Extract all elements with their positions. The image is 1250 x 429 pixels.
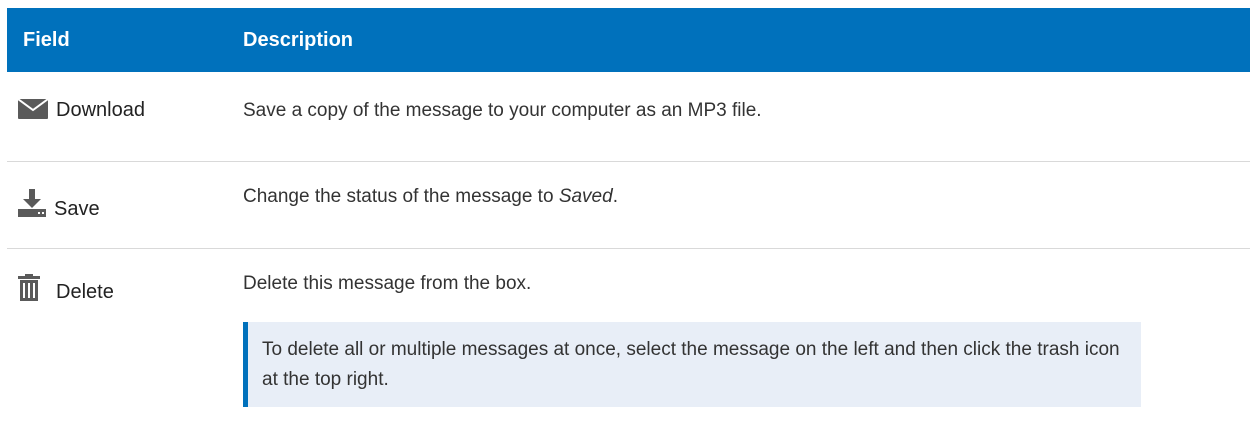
trash-icon <box>18 274 40 301</box>
field-label: Delete <box>56 281 114 303</box>
header-field: Field <box>23 28 70 51</box>
field-delete: Delete <box>7 249 243 429</box>
table-row-download: Download Save a copy of the message to y… <box>7 72 1250 162</box>
download-save-icon <box>18 189 46 217</box>
field-download: Download <box>7 72 243 161</box>
description-suffix: . <box>612 186 618 207</box>
fields-table: Field Description Download Save a copy o… <box>7 8 1250 429</box>
field-description: Change the status of the message to Save… <box>243 162 1250 248</box>
envelope-icon <box>18 98 48 120</box>
table-row-delete: Delete Delete this message from the box.… <box>7 249 1250 429</box>
field-label: Save <box>54 198 100 220</box>
header-description: Description <box>243 28 354 51</box>
field-label: Download <box>56 99 145 121</box>
description-text: Change the status of the message to <box>243 186 559 207</box>
description-emphasis: Saved <box>558 186 613 207</box>
table-header: Field Description <box>7 8 1250 72</box>
field-description: Delete this message from the box. To del… <box>243 249 1250 429</box>
field-description: Save a copy of the message to your compu… <box>243 100 762 121</box>
field-save: Save <box>7 162 243 248</box>
table-row-save: Save Change the status of the message to… <box>7 162 1250 249</box>
note-callout: To delete all or multiple messages at on… <box>243 322 1141 407</box>
description-text: Delete this message from the box. <box>243 273 532 294</box>
